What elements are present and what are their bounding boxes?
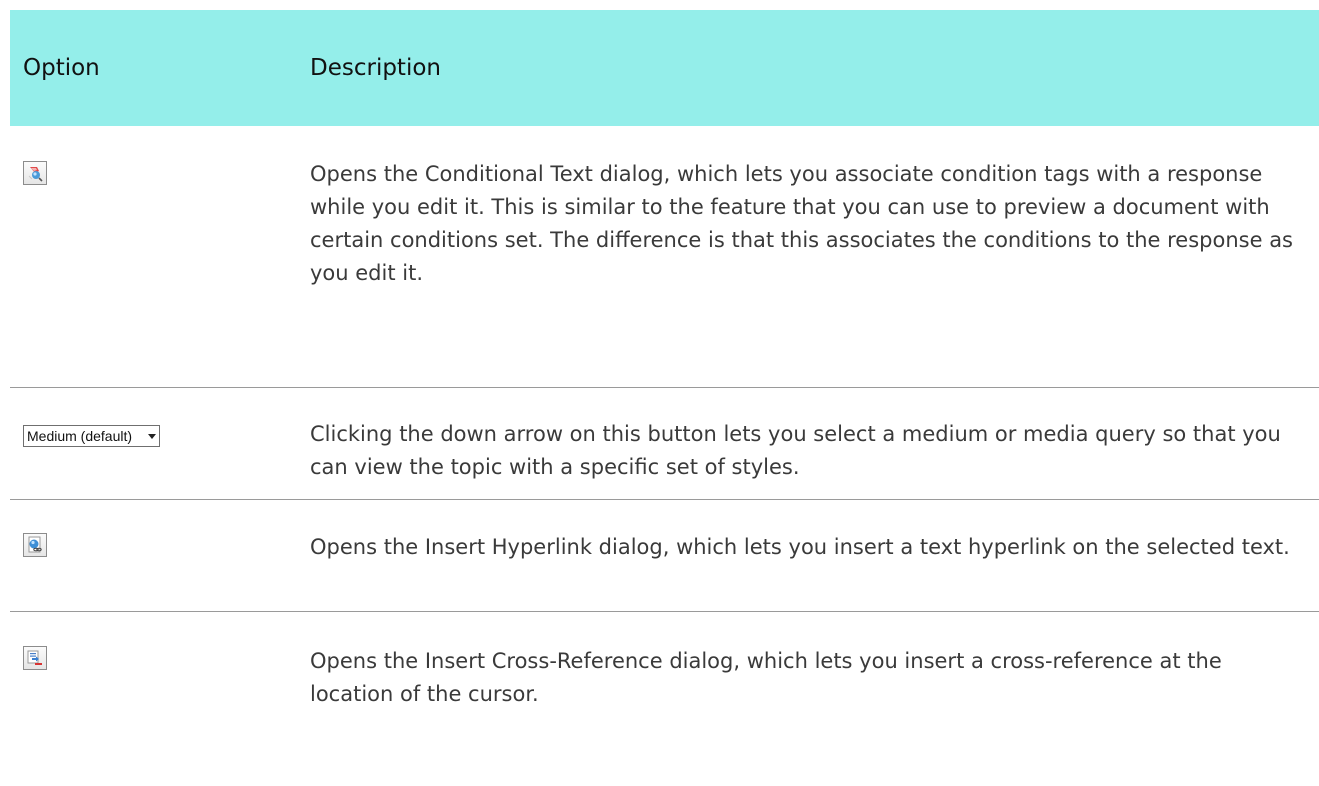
table-row: Opens the Insert Hyperlink dialog, which…	[10, 500, 1319, 612]
option-cell	[10, 612, 310, 736]
medium-dropdown-label: Medium (default)	[27, 428, 133, 444]
option-description: Opens the Insert Cross-Reference dialog,…	[310, 649, 1222, 706]
table-row: Opens the Insert Cross-Reference dialog,…	[10, 612, 1319, 736]
medium-dropdown[interactable]: Medium (default)	[23, 425, 160, 447]
chevron-down-icon[interactable]	[145, 433, 159, 439]
insert-cross-reference-icon[interactable]	[23, 646, 47, 670]
option-description: Clicking the down arrow on this button l…	[310, 422, 1281, 479]
options-table: Option Description Opens the Conditional…	[10, 10, 1319, 736]
option-cell	[10, 126, 310, 387]
insert-hyperlink-icon[interactable]	[23, 533, 47, 557]
conditional-text-icon[interactable]	[23, 161, 47, 185]
table-header: Option Description	[10, 10, 1319, 126]
option-cell: Medium (default)	[10, 388, 310, 499]
header-description: Description	[310, 55, 441, 81]
option-description: Opens the Insert Hyperlink dialog, which…	[310, 535, 1290, 559]
header-option: Option	[23, 55, 100, 81]
option-cell	[10, 500, 310, 611]
table-row: Medium (default) Clicking the down arrow…	[10, 388, 1319, 500]
table-row: Opens the Conditional Text dialog, which…	[10, 126, 1319, 388]
option-description: Opens the Conditional Text dialog, which…	[310, 162, 1294, 285]
